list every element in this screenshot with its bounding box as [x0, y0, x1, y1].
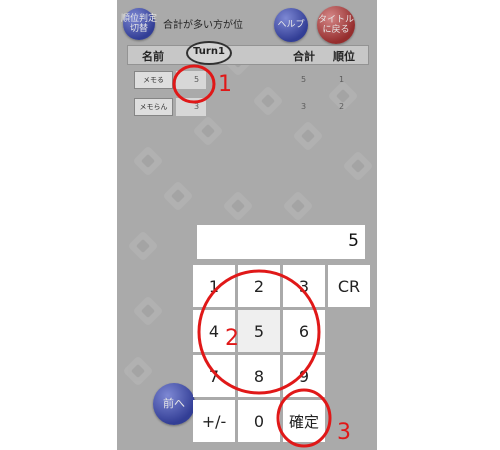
- annotation-label: 1: [218, 72, 232, 97]
- annotation-circle: [276, 388, 332, 448]
- annotation-circle: [197, 269, 321, 395]
- annotation-overlay: [172, 64, 332, 448]
- annotation-circle: [172, 64, 216, 104]
- annotation-label: 2: [225, 326, 239, 351]
- annotation-label: 3: [337, 420, 351, 445]
